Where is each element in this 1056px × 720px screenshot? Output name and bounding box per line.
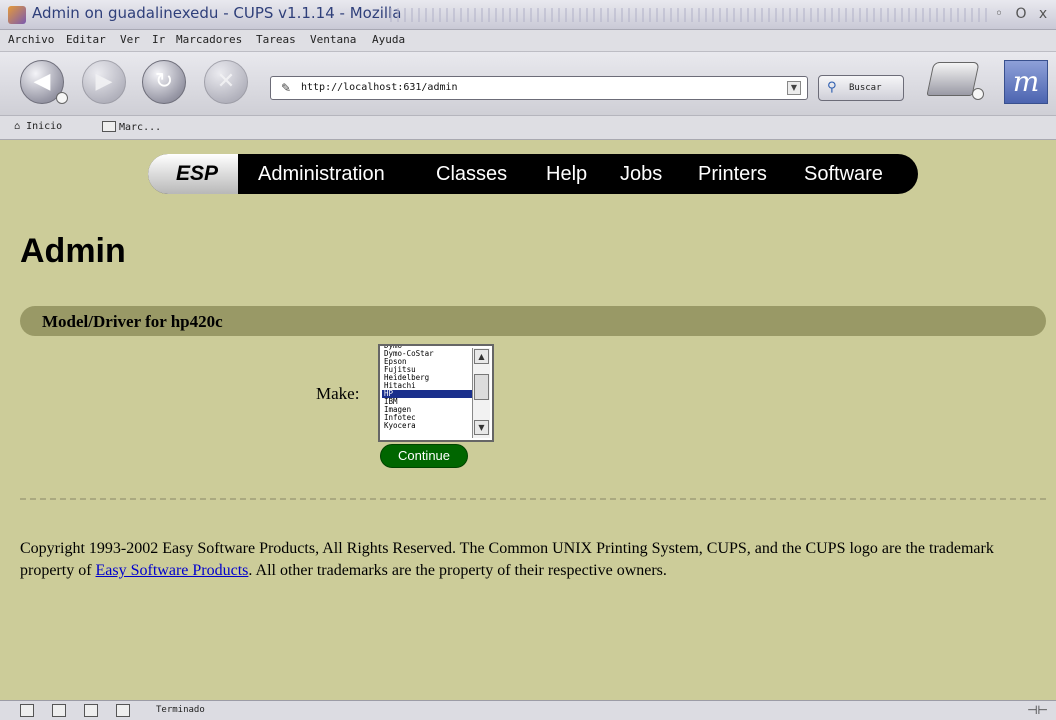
- section-divider: [20, 498, 1046, 500]
- bookmarks-label: Marc...: [119, 122, 162, 133]
- make-listbox[interactable]: Dymo Dymo-CoStar Epson Fujitsu Heidelberg Hit…: [378, 344, 494, 442]
- menu-marcadores[interactable]: Marcadores: [176, 33, 242, 46]
- back-arrow-icon: ◀: [33, 69, 51, 94]
- make-option[interactable]: Imagen: [382, 406, 474, 414]
- make-option[interactable]: Dymo-CoStar: [382, 350, 474, 358]
- tab-administration[interactable]: Administration: [258, 154, 385, 194]
- tab-printers[interactable]: Printers: [698, 154, 767, 194]
- make-option[interactable]: Fujitsu: [382, 366, 474, 374]
- stop-icon: ✕: [216, 69, 236, 94]
- menu-tareas[interactable]: Tareas: [256, 33, 296, 46]
- stop-button[interactable]: ✕: [204, 60, 248, 104]
- tab-help[interactable]: Help: [546, 154, 587, 194]
- home-icon: ⌂: [14, 121, 21, 132]
- listbox-scrollbar[interactable]: ▲ ▼: [472, 348, 490, 438]
- menu-ventana[interactable]: Ventana: [310, 33, 356, 46]
- menu-ver[interactable]: Ver: [120, 33, 140, 46]
- footer-text-end: . All other trademarks are the property …: [248, 562, 667, 579]
- bookmarks-bookmark[interactable]: Marc...: [102, 121, 161, 133]
- page-content: ESP Administration Classes Help Jobs Pri…: [0, 140, 1056, 700]
- copyright-footer: Copyright 1993-2002 Easy Software Produc…: [20, 538, 1050, 582]
- section-header: Model/Driver for hp420c: [20, 306, 1046, 336]
- navigation-toolbar: ◀ ▶ ↻ ✕ ✎ http://localhost:631/admin ▼ ⚲…: [0, 52, 1056, 116]
- make-option[interactable]: Heidelberg: [382, 374, 474, 382]
- reload-button[interactable]: ↻: [142, 60, 186, 104]
- url-text[interactable]: http://localhost:631/admin: [301, 82, 458, 93]
- url-history-dropdown[interactable]: ▼: [787, 81, 801, 95]
- tab-software[interactable]: Software: [804, 154, 883, 194]
- scroll-thumb[interactable]: [474, 374, 489, 400]
- forward-arrow-icon: ▶: [95, 69, 113, 94]
- forward-button[interactable]: ▶: [82, 60, 126, 104]
- bookmarks-folder-icon: [102, 121, 116, 132]
- continue-button[interactable]: Continue: [380, 444, 468, 468]
- statusbar: Terminado ⊣⊢: [0, 700, 1056, 720]
- window-title: Admin on guadalinexedu - CUPS v1.1.14 - …: [32, 4, 402, 22]
- close-button[interactable]: x: [1034, 5, 1052, 23]
- status-text: Terminado: [156, 705, 205, 715]
- easy-software-link[interactable]: Easy Software Products: [96, 562, 249, 579]
- menu-ayuda[interactable]: Ayuda: [372, 33, 405, 46]
- scroll-up-arrow-icon[interactable]: ▲: [474, 349, 489, 364]
- section-title: Model/Driver for hp420c: [42, 312, 223, 331]
- online-status-icon[interactable]: ⊣⊢: [1027, 703, 1048, 717]
- home-bookmark[interactable]: ⌂ Inicio: [14, 121, 62, 132]
- search-button[interactable]: ⚲ Buscar: [818, 75, 904, 101]
- mozilla-app-icon: [8, 6, 26, 24]
- menu-editar[interactable]: Editar: [66, 33, 106, 46]
- maximize-button[interactable]: O: [1012, 5, 1030, 23]
- back-history-dropdown[interactable]: [56, 92, 68, 104]
- home-label: Inicio: [26, 121, 63, 132]
- titlebar-decoration: [390, 8, 990, 22]
- make-option[interactable]: IBM: [382, 398, 474, 406]
- search-button-label: Buscar: [849, 83, 882, 93]
- personal-toolbar: ⌂ Inicio Marc...: [0, 116, 1056, 140]
- make-option[interactable]: Hitachi: [382, 382, 474, 390]
- tab-classes[interactable]: Classes: [436, 154, 507, 194]
- make-label: Make:: [316, 384, 360, 403]
- menubar: Archivo Editar Ver Ir Marcadores Tareas …: [0, 30, 1056, 52]
- page-proxy-icon: ✎: [281, 81, 292, 95]
- scroll-down-arrow-icon[interactable]: ▼: [474, 420, 489, 435]
- reload-icon: ↻: [154, 69, 174, 94]
- print-dropdown[interactable]: [972, 88, 984, 100]
- make-option[interactable]: Infotec: [382, 414, 474, 422]
- minimize-button[interactable]: ◦: [990, 5, 1008, 23]
- window-titlebar[interactable]: Admin on guadalinexedu - CUPS v1.1.14 - …: [0, 0, 1056, 30]
- esp-home-tab[interactable]: ESP: [148, 154, 238, 194]
- address-book-icon[interactable]: [116, 704, 130, 717]
- url-bar[interactable]: ✎ http://localhost:631/admin ▼: [270, 76, 808, 100]
- make-option[interactable]: HP: [382, 390, 474, 398]
- mail-icon[interactable]: [52, 704, 66, 717]
- page-title: Admin: [20, 232, 126, 270]
- cups-navigation-bar: ESP Administration Classes Help Jobs Pri…: [148, 154, 918, 194]
- search-icon: ⚲: [827, 80, 837, 95]
- navigator-icon[interactable]: [20, 704, 34, 717]
- mozilla-logo[interactable]: m: [1004, 60, 1048, 104]
- make-option[interactable]: Kyocera: [382, 422, 474, 430]
- tab-jobs[interactable]: Jobs: [620, 154, 662, 194]
- make-options: Dymo Dymo-CoStar Epson Fujitsu Heidelberg Hit…: [382, 346, 474, 430]
- menu-archivo[interactable]: Archivo: [8, 33, 54, 46]
- composer-icon[interactable]: [84, 704, 98, 717]
- make-option[interactable]: Epson: [382, 358, 474, 366]
- menu-ir[interactable]: Ir: [152, 33, 165, 46]
